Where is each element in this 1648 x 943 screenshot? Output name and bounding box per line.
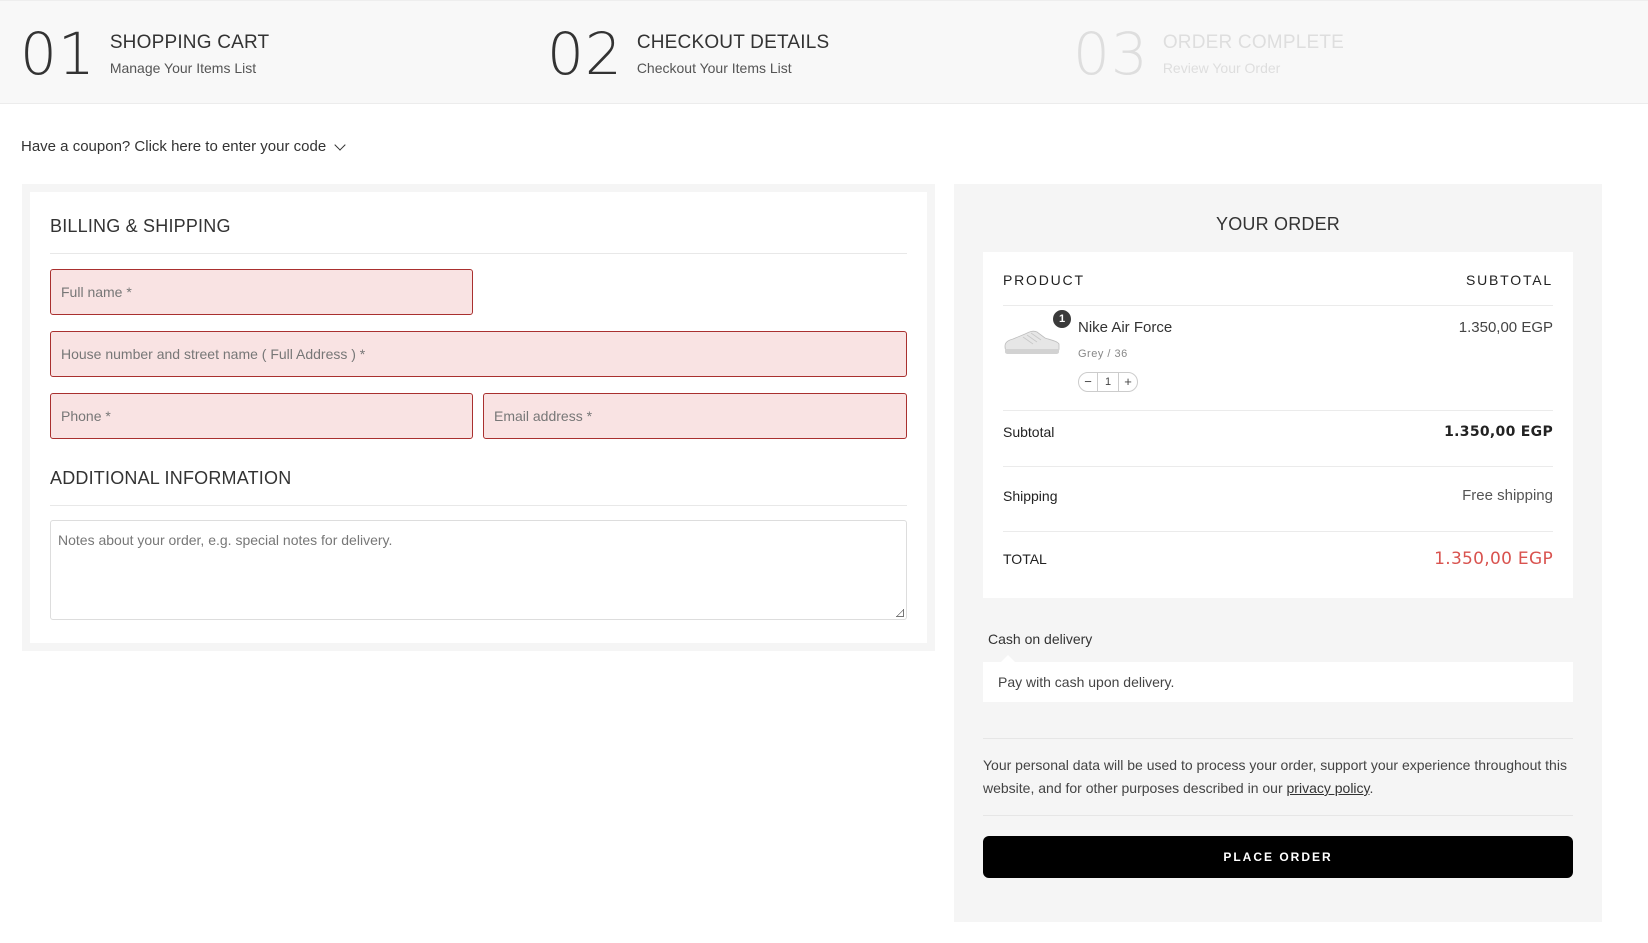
- checkout-steps: 01 SHOPPING CART Manage Your Items List …: [0, 0, 1648, 104]
- total-value: 1.350,00 EGP: [1434, 549, 1553, 569]
- step-number: 03: [1073, 20, 1149, 88]
- divider: [1003, 305, 1553, 306]
- payment-method-label[interactable]: Cash on delivery: [988, 631, 1092, 647]
- order-table-header: PRODUCT SUBTOTAL: [1003, 272, 1553, 288]
- address-field[interactable]: House number and street name ( Full Addr…: [50, 331, 907, 377]
- order-review-card: PRODUCT SUBTOTAL 1 Nike Air Force Grey /…: [983, 252, 1573, 598]
- privacy-end: .: [1369, 780, 1374, 796]
- billing-section: BILLING & SHIPPING Full name * House num…: [22, 184, 935, 651]
- subtotal-label: Subtotal: [1003, 424, 1055, 440]
- shipping-row: Shipping Free shipping: [1003, 487, 1553, 504]
- divider: [50, 253, 907, 254]
- divider: [983, 738, 1573, 739]
- phone-field[interactable]: Phone *: [50, 393, 473, 439]
- email-field[interactable]: Email address *: [483, 393, 907, 439]
- step-checkout-details[interactable]: 02 CHECKOUT DETAILS Checkout Your Items …: [547, 25, 829, 83]
- product-name[interactable]: Nike Air Force: [1078, 319, 1172, 336]
- coupon-text: Have a coupon? Click here to enter your …: [21, 138, 327, 155]
- privacy-policy-link[interactable]: privacy policy: [1287, 780, 1370, 796]
- step-title: CHECKOUT DETAILS: [636, 32, 830, 53]
- divider: [983, 815, 1573, 816]
- minus-icon[interactable]: −: [1079, 373, 1097, 391]
- step-title: ORDER COMPLETE: [1162, 32, 1345, 53]
- col-subtotal: SUBTOTAL: [1465, 272, 1553, 288]
- step-shopping-cart[interactable]: 01 SHOPPING CART Manage Your Items List: [20, 25, 269, 83]
- quantity-value[interactable]: 1: [1097, 373, 1119, 391]
- shipping-label: Shipping: [1003, 487, 1058, 504]
- total-row: TOTAL 1.350,00 EGP: [1003, 549, 1553, 569]
- total-label: TOTAL: [1003, 551, 1047, 567]
- shipping-value: Free shipping: [1462, 487, 1553, 504]
- quantity-stepper: − 1 +: [1078, 372, 1138, 392]
- product-variant: Grey / 36: [1078, 348, 1128, 360]
- payment-description: Pay with cash upon delivery.: [983, 662, 1573, 702]
- billing-card: BILLING & SHIPPING Full name * House num…: [30, 192, 927, 643]
- subtotal-row: Subtotal 1.350,00 EGP: [1003, 424, 1553, 440]
- full-name-field[interactable]: Full name *: [50, 269, 473, 315]
- divider: [1003, 466, 1553, 467]
- divider: [1003, 410, 1553, 411]
- plus-icon[interactable]: +: [1119, 373, 1137, 391]
- billing-title: BILLING & SHIPPING: [50, 216, 231, 236]
- subtotal-value: 1.350,00 EGP: [1444, 424, 1553, 440]
- step-subtitle: Checkout Your Items List: [636, 60, 792, 76]
- additional-info-title: ADDITIONAL INFORMATION: [50, 468, 292, 488]
- place-order-button[interactable]: PLACE ORDER: [983, 836, 1573, 878]
- divider: [50, 505, 907, 506]
- chevron-down-icon: [334, 138, 346, 151]
- step-subtitle: Manage Your Items List: [109, 60, 257, 76]
- col-product: PRODUCT: [1003, 272, 1085, 288]
- privacy-notice: Your personal data will be used to proce…: [983, 754, 1573, 800]
- order-notes-textarea[interactable]: Notes about your order, e.g. special not…: [50, 520, 907, 620]
- resize-handle-icon[interactable]: [896, 609, 904, 617]
- privacy-text: Your personal data will be used to proce…: [983, 757, 1567, 796]
- product-thumbnail: [1004, 330, 1060, 354]
- notes-placeholder: Notes about your order, e.g. special not…: [58, 532, 393, 548]
- order-section: YOUR ORDER PRODUCT SUBTOTAL 1 Nike Air F…: [954, 184, 1602, 922]
- step-order-complete: 03 ORDER COMPLETE Review Your Order: [1073, 25, 1344, 83]
- product-price: 1.350,00 EGP: [1458, 319, 1553, 336]
- divider: [1003, 531, 1553, 532]
- step-number: 02: [547, 20, 623, 88]
- coupon-toggle[interactable]: Have a coupon? Click here to enter your …: [21, 138, 346, 155]
- step-number: 01: [20, 20, 96, 88]
- order-title: YOUR ORDER: [1215, 214, 1340, 234]
- quantity-badge: 1: [1052, 309, 1072, 329]
- step-title: SHOPPING CART: [109, 32, 270, 53]
- step-subtitle: Review Your Order: [1162, 60, 1281, 76]
